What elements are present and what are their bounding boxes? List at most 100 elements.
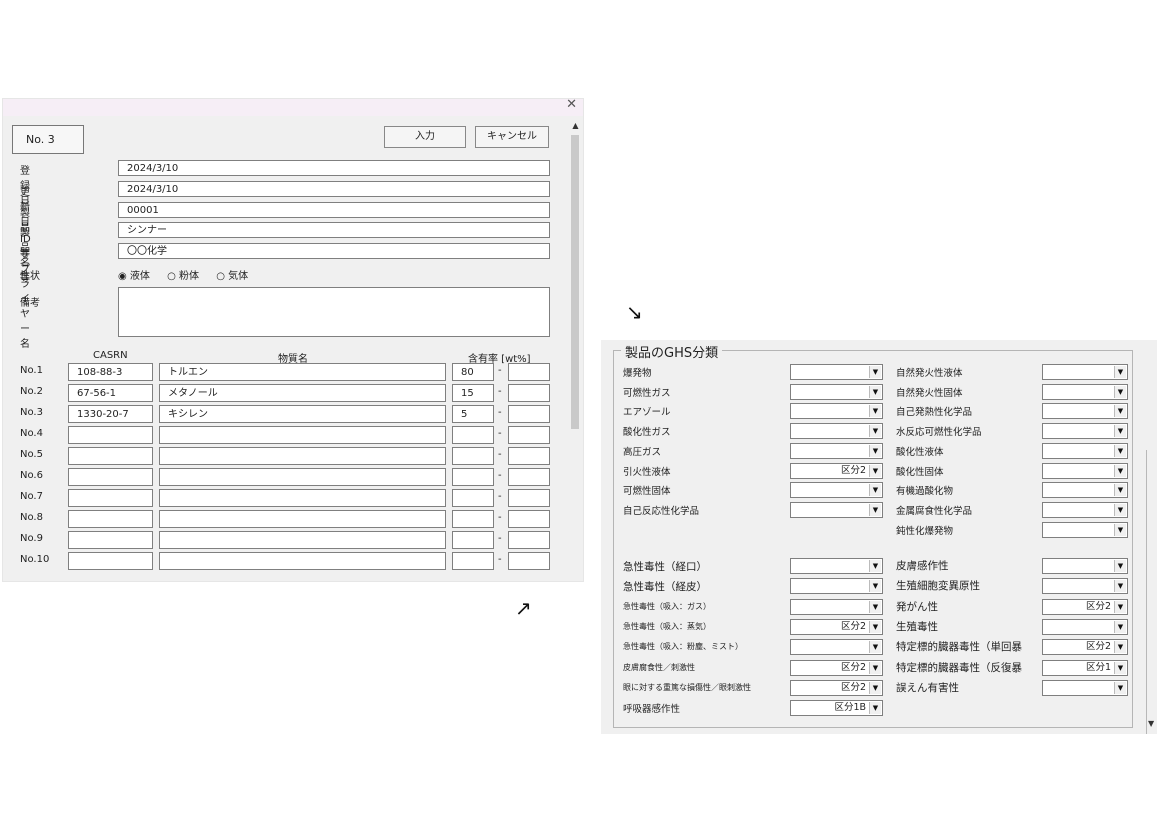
- chevron-down-icon[interactable]: ▼: [869, 580, 881, 593]
- chevron-down-icon[interactable]: ▼: [869, 444, 881, 457]
- field-input[interactable]: 2024/3/10: [118, 160, 550, 176]
- form-scrollbar[interactable]: ▲: [569, 119, 582, 579]
- substance-name-input[interactable]: [159, 510, 446, 528]
- casrn-input[interactable]: [68, 447, 153, 465]
- cancel-button[interactable]: キャンセル: [475, 126, 549, 148]
- ghs-dropdown[interactable]: ▼: [1042, 521, 1128, 538]
- content-min-input[interactable]: 15: [452, 384, 494, 402]
- chevron-down-icon[interactable]: ▼: [1114, 580, 1126, 593]
- ghs-dropdown[interactable]: ▼: [1042, 679, 1128, 696]
- content-max-input[interactable]: [508, 552, 550, 570]
- ghs-dropdown[interactable]: ▼: [790, 558, 883, 574]
- ghs-dropdown[interactable]: ▼: [790, 639, 883, 656]
- content-max-input[interactable]: [508, 468, 550, 486]
- content-min-input[interactable]: 80: [452, 363, 494, 381]
- content-max-input[interactable]: [508, 405, 550, 423]
- casrn-input[interactable]: [68, 489, 153, 507]
- ghs-dropdown[interactable]: ▼: [790, 364, 883, 380]
- ghs-dropdown[interactable]: ▼: [790, 482, 883, 499]
- ghs-dropdown[interactable]: ▼: [790, 423, 883, 440]
- chevron-down-icon[interactable]: ▼: [1114, 425, 1126, 438]
- ghs-dropdown[interactable]: 区分1B ▼: [790, 700, 883, 717]
- ghs-dropdown[interactable]: ▼: [1042, 558, 1128, 574]
- ghs-dropdown[interactable]: 区分2 ▼: [1042, 639, 1128, 656]
- chevron-down-icon[interactable]: ▼: [1114, 484, 1126, 497]
- casrn-input[interactable]: 67-56-1: [68, 384, 153, 402]
- ghs-dropdown[interactable]: ▼: [1042, 423, 1128, 440]
- casrn-input[interactable]: [68, 531, 153, 549]
- ghs-dropdown[interactable]: ▼: [1042, 482, 1128, 499]
- content-min-input[interactable]: [452, 552, 494, 570]
- radio-gas[interactable]: ○ 気体: [216, 267, 248, 282]
- ghs-dropdown[interactable]: 区分2 ▼: [1042, 598, 1128, 615]
- substance-name-input[interactable]: [159, 426, 446, 444]
- casrn-input[interactable]: [68, 426, 153, 444]
- remarks-field[interactable]: [118, 287, 550, 337]
- ghs-dropdown[interactable]: ▼: [790, 442, 883, 459]
- content-min-input[interactable]: 5: [452, 405, 494, 423]
- ghs-dropdown[interactable]: ▼: [1042, 364, 1128, 380]
- field-input[interactable]: 〇〇化学: [118, 243, 550, 259]
- ghs-dropdown[interactable]: ▼: [1042, 462, 1128, 479]
- chevron-down-icon[interactable]: ▼: [869, 484, 881, 497]
- content-min-input[interactable]: [452, 510, 494, 528]
- substance-name-input[interactable]: [159, 447, 446, 465]
- content-max-input[interactable]: [508, 384, 550, 402]
- field-input[interactable]: 00001: [118, 202, 550, 218]
- chevron-down-icon[interactable]: ▼: [869, 661, 881, 674]
- ghs-dropdown[interactable]: ▼: [1042, 578, 1128, 595]
- substance-name-input[interactable]: トルエン: [159, 363, 446, 381]
- substance-name-input[interactable]: [159, 489, 446, 507]
- radio-powder[interactable]: ○ 粉体: [167, 267, 199, 282]
- substance-name-input[interactable]: [159, 531, 446, 549]
- chevron-down-icon[interactable]: ▼: [1114, 620, 1126, 633]
- chevron-down-icon[interactable]: ▼: [869, 464, 881, 477]
- chevron-down-icon[interactable]: ▼: [1114, 405, 1126, 418]
- scroll-thumb[interactable]: [571, 135, 579, 429]
- field-input[interactable]: 2024/3/10: [118, 181, 550, 197]
- chevron-down-icon[interactable]: ▼: [869, 620, 881, 633]
- chevron-down-icon[interactable]: ▼: [869, 366, 881, 378]
- ghs-dropdown[interactable]: ▼: [1042, 383, 1128, 400]
- scroll-up-icon[interactable]: ▲: [569, 119, 582, 132]
- chevron-down-icon[interactable]: ▼: [869, 600, 881, 613]
- chevron-down-icon[interactable]: ▼: [1114, 503, 1126, 516]
- chevron-down-icon[interactable]: ▼: [1114, 661, 1126, 674]
- substance-name-input[interactable]: メタノール: [159, 384, 446, 402]
- ghs-dropdown[interactable]: ▼: [1042, 501, 1128, 518]
- content-min-input[interactable]: [452, 468, 494, 486]
- chevron-down-icon[interactable]: ▼: [1114, 681, 1126, 694]
- ghs-dropdown[interactable]: 区分2 ▼: [790, 659, 883, 676]
- content-max-input[interactable]: [508, 531, 550, 549]
- field-input[interactable]: シンナー: [118, 222, 550, 238]
- ghs-dropdown[interactable]: 区分1 ▼: [1042, 659, 1128, 676]
- chevron-down-icon[interactable]: ▼: [869, 702, 881, 715]
- ghs-scrollbar[interactable]: [1146, 450, 1158, 734]
- chevron-down-icon[interactable]: ▼: [1114, 464, 1126, 477]
- chevron-down-icon[interactable]: ▼: [1114, 641, 1126, 654]
- content-max-input[interactable]: [508, 363, 550, 381]
- chevron-down-icon[interactable]: ▼: [1114, 560, 1126, 572]
- ghs-dropdown[interactable]: ▼: [790, 598, 883, 615]
- content-max-input[interactable]: [508, 426, 550, 444]
- content-max-input[interactable]: [508, 510, 550, 528]
- chevron-down-icon[interactable]: ▼: [1114, 385, 1126, 398]
- content-max-input[interactable]: [508, 489, 550, 507]
- casrn-input[interactable]: [68, 552, 153, 570]
- chevron-down-icon[interactable]: ▼: [869, 641, 881, 654]
- chevron-down-icon[interactable]: ▼: [869, 503, 881, 516]
- chevron-down-icon[interactable]: ▼: [869, 405, 881, 418]
- ghs-dropdown[interactable]: ▼: [1042, 618, 1128, 635]
- radio-liquid[interactable]: ◉ 液体: [118, 267, 150, 282]
- casrn-input[interactable]: [68, 510, 153, 528]
- ghs-dropdown[interactable]: ▼: [1042, 442, 1128, 459]
- scroll-down-icon[interactable]: ▼: [1148, 719, 1154, 728]
- ghs-dropdown[interactable]: 区分2 ▼: [790, 618, 883, 635]
- chevron-down-icon[interactable]: ▼: [869, 560, 881, 572]
- content-min-input[interactable]: [452, 489, 494, 507]
- ghs-dropdown[interactable]: ▼: [790, 501, 883, 518]
- ghs-dropdown[interactable]: ▼: [1042, 403, 1128, 420]
- chevron-down-icon[interactable]: ▼: [1114, 366, 1126, 378]
- ghs-dropdown[interactable]: ▼: [790, 403, 883, 420]
- casrn-input[interactable]: 1330-20-7: [68, 405, 153, 423]
